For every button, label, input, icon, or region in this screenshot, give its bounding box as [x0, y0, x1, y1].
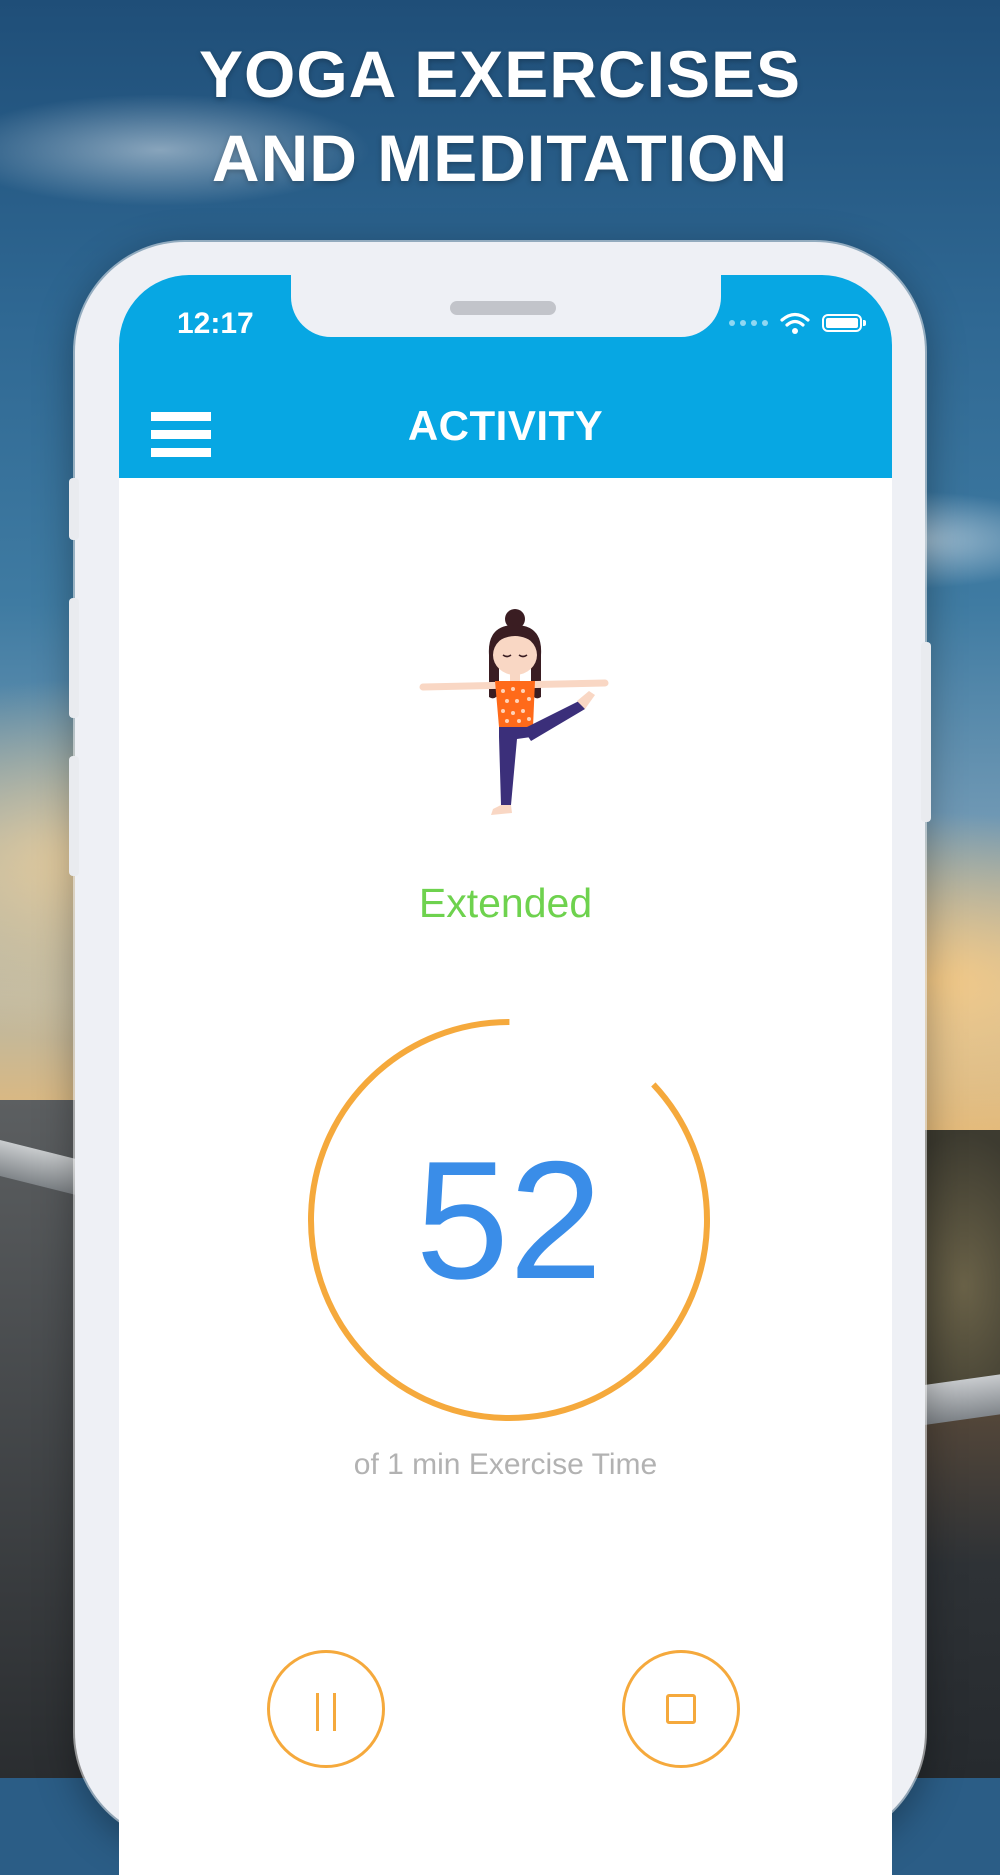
pause-icon	[316, 1693, 338, 1731]
hamburger-menu-icon[interactable]	[151, 412, 211, 462]
promo-line-1: YOGA EXERCISES	[198, 37, 802, 111]
countdown-timer: 52	[299, 1010, 719, 1430]
phone-volume-down	[69, 756, 79, 876]
pose-name: Extended	[418, 880, 593, 926]
promo-line-2: AND MEDITATION	[211, 121, 789, 195]
battery-icon	[822, 314, 866, 332]
pause-button[interactable]	[267, 1650, 385, 1768]
status-time: 12:17	[177, 307, 254, 340]
signal-dots-icon	[729, 320, 768, 326]
promo-headline: YOGA EXERCISES AND MEDITATION	[0, 32, 1000, 200]
timer-seconds: 52	[415, 1126, 603, 1314]
navigation-bar: ACTIVITY	[119, 379, 892, 478]
phone-volume-up	[69, 598, 79, 718]
stop-icon	[666, 1694, 696, 1724]
phone-power-button	[921, 642, 931, 822]
timer-caption: of 1 min Exercise Time	[353, 1448, 658, 1481]
phone-mute-switch	[69, 478, 79, 540]
yoga-pose-illustration	[419, 609, 609, 815]
wifi-icon	[780, 312, 810, 334]
status-icons	[729, 308, 866, 338]
speaker-grille	[450, 301, 556, 315]
page-title: ACTIVITY	[407, 402, 604, 449]
app-screen: 12:17 ACTIVITY Extended 52 of 1 min Exer…	[119, 275, 892, 1875]
stop-button[interactable]	[622, 1650, 740, 1768]
phone-frame: 12:17 ACTIVITY Extended 52 of 1 min Exer…	[69, 242, 931, 1875]
